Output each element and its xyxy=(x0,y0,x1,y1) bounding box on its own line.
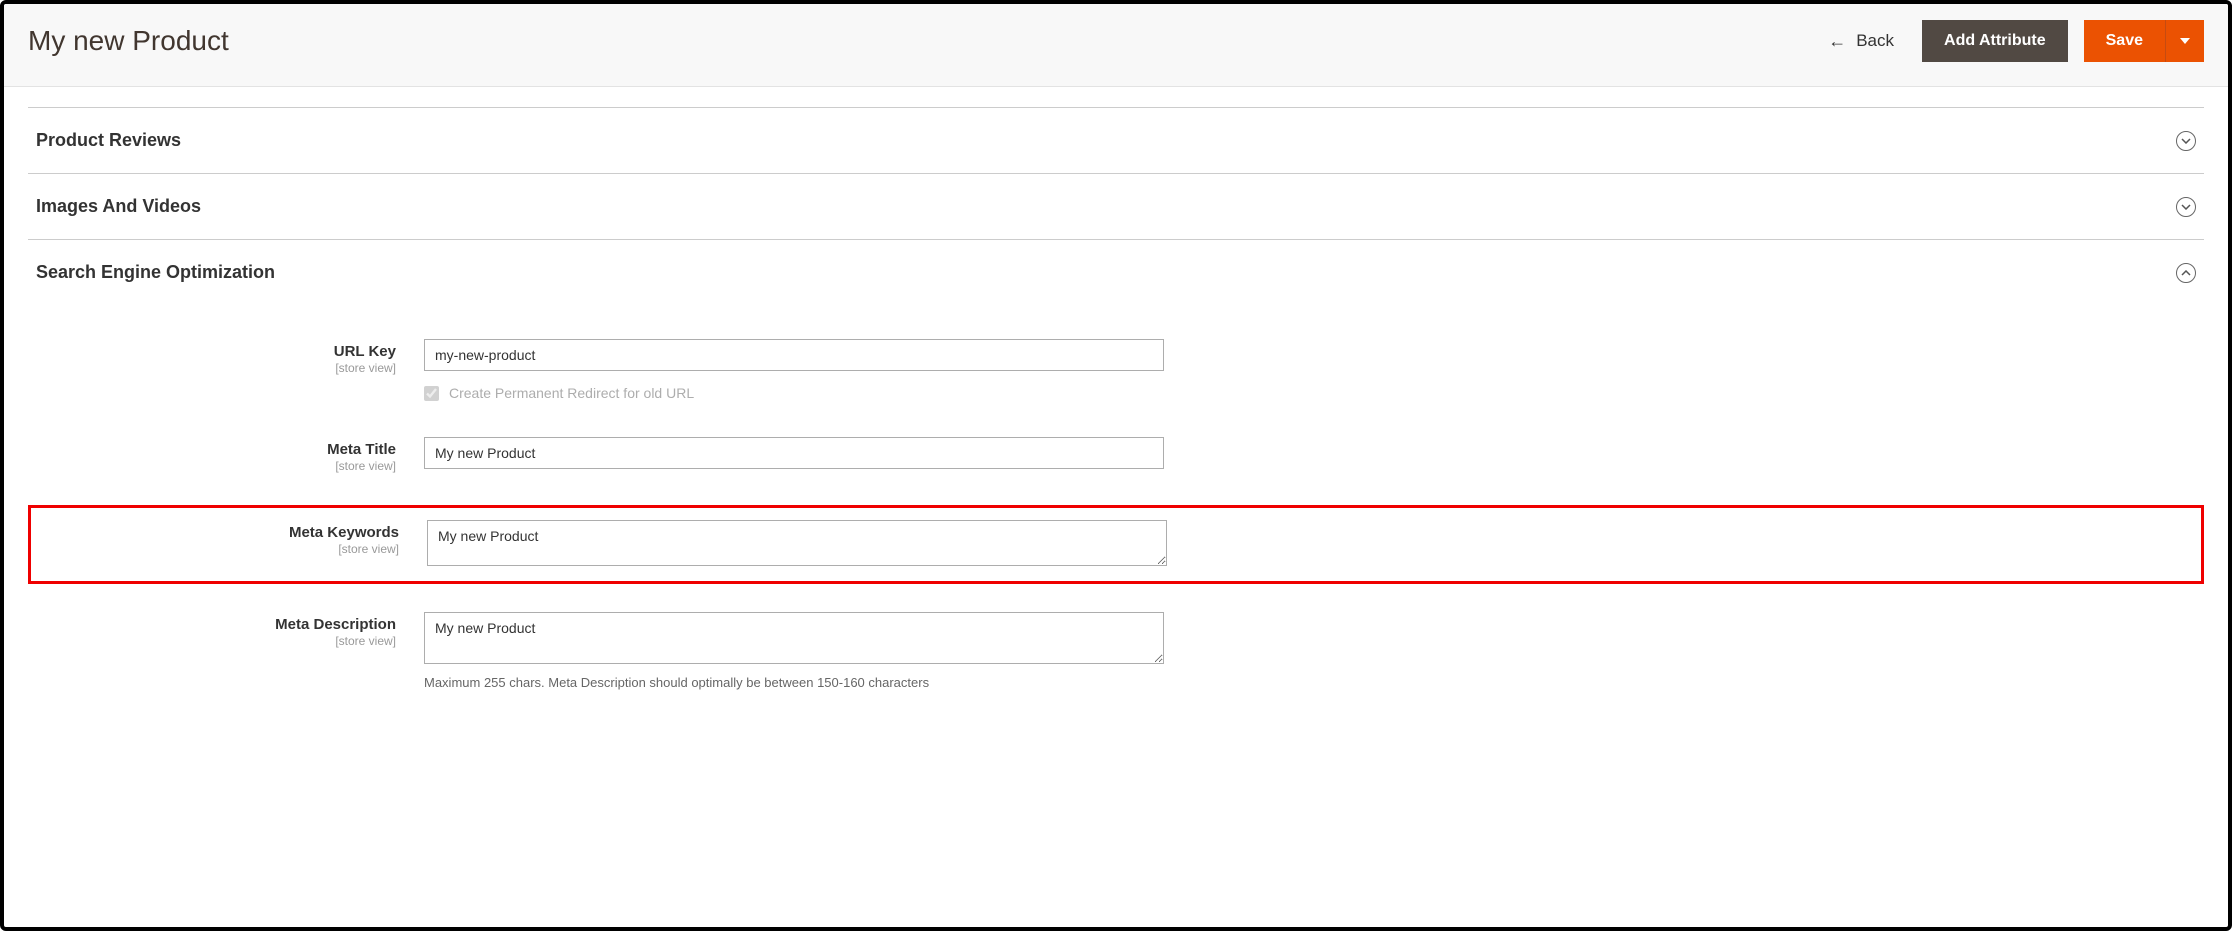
chevron-down-icon xyxy=(2176,131,2196,151)
label-col: Meta Keywords [store view] xyxy=(37,520,427,556)
label-col: Meta Description [store view] xyxy=(34,612,424,648)
field-url-key: URL Key [store view] Create Permanent Re… xyxy=(28,335,2204,405)
field-label: Meta Keywords xyxy=(289,524,399,541)
section-title: Product Reviews xyxy=(36,130,181,151)
field-scope: [store view] xyxy=(34,361,396,375)
save-dropdown-button[interactable] xyxy=(2165,20,2204,62)
save-button-group: Save xyxy=(2084,20,2204,62)
label-col: Meta Title [store view] xyxy=(34,437,424,473)
seo-form: URL Key [store view] Create Permanent Re… xyxy=(28,305,2204,742)
header-actions: ← Back Add Attribute Save xyxy=(1828,20,2204,62)
page-header: My new Product ← Back Add Attribute Save xyxy=(4,4,2228,87)
meta-description-hint: Maximum 255 chars. Meta Description shou… xyxy=(424,675,1164,690)
field-meta-description: Meta Description [store view] My new Pro… xyxy=(28,608,2204,694)
input-col: My new Product Maximum 255 chars. Meta D… xyxy=(424,612,1164,690)
label-col: URL Key [store view] xyxy=(34,339,424,375)
field-label: Meta Description xyxy=(275,616,396,633)
meta-title-input[interactable] xyxy=(424,437,1164,469)
section-header-seo[interactable]: Search Engine Optimization xyxy=(28,240,2204,305)
arrow-left-icon: ← xyxy=(1828,32,1846,50)
field-meta-title: Meta Title [store view] xyxy=(28,433,2204,477)
redirect-label: Create Permanent Redirect for old URL xyxy=(449,385,694,401)
back-button[interactable]: ← Back xyxy=(1828,31,1894,51)
field-scope: [store view] xyxy=(34,634,396,648)
content-area: Product Reviews Images And Videos Search… xyxy=(4,107,2228,782)
field-scope: [store view] xyxy=(37,542,399,556)
chevron-down-icon xyxy=(2176,197,2196,217)
section-title: Images And Videos xyxy=(36,196,201,217)
save-button[interactable]: Save xyxy=(2084,20,2165,62)
meta-keywords-input[interactable]: My new Product xyxy=(427,520,1167,566)
input-col: Create Permanent Redirect for old URL xyxy=(424,339,1164,401)
chevron-up-icon xyxy=(2176,263,2196,283)
input-col xyxy=(424,437,1164,469)
add-attribute-button[interactable]: Add Attribute xyxy=(1922,20,2068,62)
section-header-product-reviews[interactable]: Product Reviews xyxy=(28,108,2204,173)
caret-down-icon xyxy=(2180,38,2190,44)
field-scope: [store view] xyxy=(34,459,396,473)
meta-description-input[interactable]: My new Product xyxy=(424,612,1164,664)
field-meta-keywords: Meta Keywords [store view] My new Produc… xyxy=(28,505,2204,584)
field-label: URL Key xyxy=(334,343,396,360)
section-header-images-videos[interactable]: Images And Videos xyxy=(28,174,2204,239)
input-col: My new Product xyxy=(427,520,1167,569)
section-product-reviews: Product Reviews xyxy=(28,108,2204,174)
section-seo: Search Engine Optimization URL Key [stor… xyxy=(28,240,2204,742)
back-label: Back xyxy=(1856,31,1894,51)
redirect-checkbox[interactable] xyxy=(424,386,439,401)
section-images-videos: Images And Videos xyxy=(28,174,2204,240)
field-label: Meta Title xyxy=(327,441,396,458)
page-title: My new Product xyxy=(28,25,229,57)
section-title: Search Engine Optimization xyxy=(36,262,275,283)
url-key-input[interactable] xyxy=(424,339,1164,371)
redirect-checkbox-row: Create Permanent Redirect for old URL xyxy=(424,385,1164,401)
